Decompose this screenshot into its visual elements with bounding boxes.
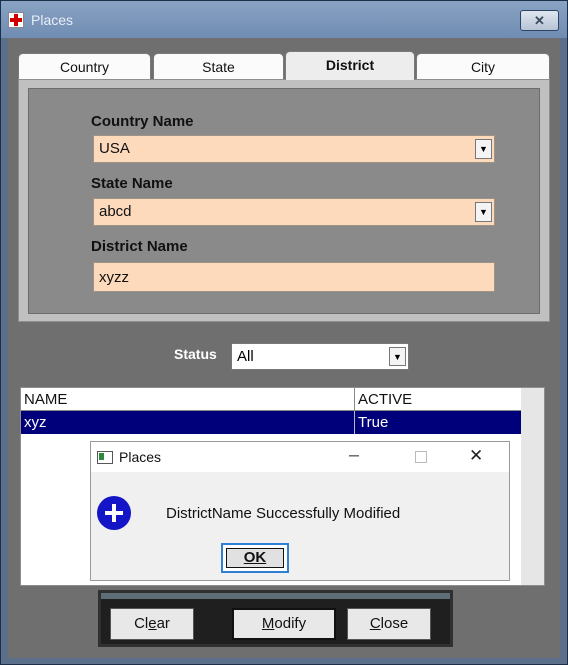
dialog-close-icon[interactable]: ✕ — [469, 446, 483, 466]
client-area: Country State District City Country Name… — [8, 38, 560, 658]
modify-button[interactable]: Modify — [232, 608, 336, 640]
tab-state[interactable]: State — [153, 53, 284, 79]
title-bar[interactable]: Places ✕ — [1, 1, 567, 38]
close-button[interactable]: Close — [347, 608, 431, 640]
state-name-value: abcd — [99, 203, 132, 220]
red-cross-app-icon — [8, 12, 24, 28]
status-label: Status — [174, 346, 217, 362]
window-close-button[interactable]: ✕ — [520, 10, 559, 31]
dialog-title-bar[interactable]: Places ─ ✕ — [91, 442, 509, 472]
message-dialog: Places ─ ✕ DistrictName Successfully Mod… — [90, 441, 510, 581]
ok-button[interactable]: OK — [221, 543, 289, 573]
country-name-label: Country Name — [91, 113, 194, 130]
status-filter-combo[interactable]: All ▼ — [231, 343, 409, 370]
column-header-name[interactable]: NAME — [21, 388, 355, 410]
row-name-cell: xyz — [21, 411, 355, 434]
row-active-cell: True — [358, 414, 389, 431]
state-name-label: State Name — [91, 175, 173, 192]
country-name-value: USA — [99, 140, 130, 157]
grid-header: NAME ACTIVE — [21, 388, 521, 411]
ok-button-label: OK — [226, 548, 284, 568]
clear-button[interactable]: Clear — [110, 608, 194, 640]
tab-country[interactable]: Country — [18, 53, 151, 79]
dialog-body: DistrictName Successfully Modified OK — [91, 472, 509, 580]
info-plus-icon — [97, 496, 131, 530]
status-dropdown-arrow-icon[interactable]: ▼ — [389, 347, 406, 366]
district-tab-panel: Country Name USA ▼ State Name abcd ▼ Dis… — [18, 79, 550, 322]
tab-bar: Country State District City — [18, 51, 550, 80]
dialog-title: Places — [119, 449, 162, 465]
table-row[interactable]: xyz True — [21, 411, 521, 434]
district-name-label: District Name — [91, 238, 188, 255]
district-form: Country Name USA ▼ State Name abcd ▼ Dis… — [28, 88, 540, 314]
dialog-window-icon — [97, 451, 113, 464]
state-name-combo[interactable]: abcd ▼ — [93, 198, 495, 226]
state-dropdown-arrow-icon[interactable]: ▼ — [475, 202, 492, 222]
dialog-message: DistrictName Successfully Modified — [166, 505, 401, 522]
column-header-active[interactable]: ACTIVE — [355, 388, 521, 410]
tab-city[interactable]: City — [416, 53, 550, 79]
country-dropdown-arrow-icon[interactable]: ▼ — [475, 139, 492, 159]
district-name-field[interactable]: xyzz — [93, 262, 495, 292]
country-name-combo[interactable]: USA ▼ — [93, 135, 495, 163]
district-name-value: xyzz — [99, 269, 129, 286]
button-bar-top-edge — [101, 593, 450, 599]
maximize-icon — [415, 451, 427, 463]
status-filter-value: All — [237, 348, 254, 365]
tab-district[interactable]: District — [285, 51, 415, 80]
window-title: Places — [31, 12, 74, 28]
action-button-bar: Clear Modify Close — [98, 590, 453, 647]
grid-empty-area — [521, 388, 544, 585]
minimize-icon[interactable]: ─ — [349, 447, 359, 463]
